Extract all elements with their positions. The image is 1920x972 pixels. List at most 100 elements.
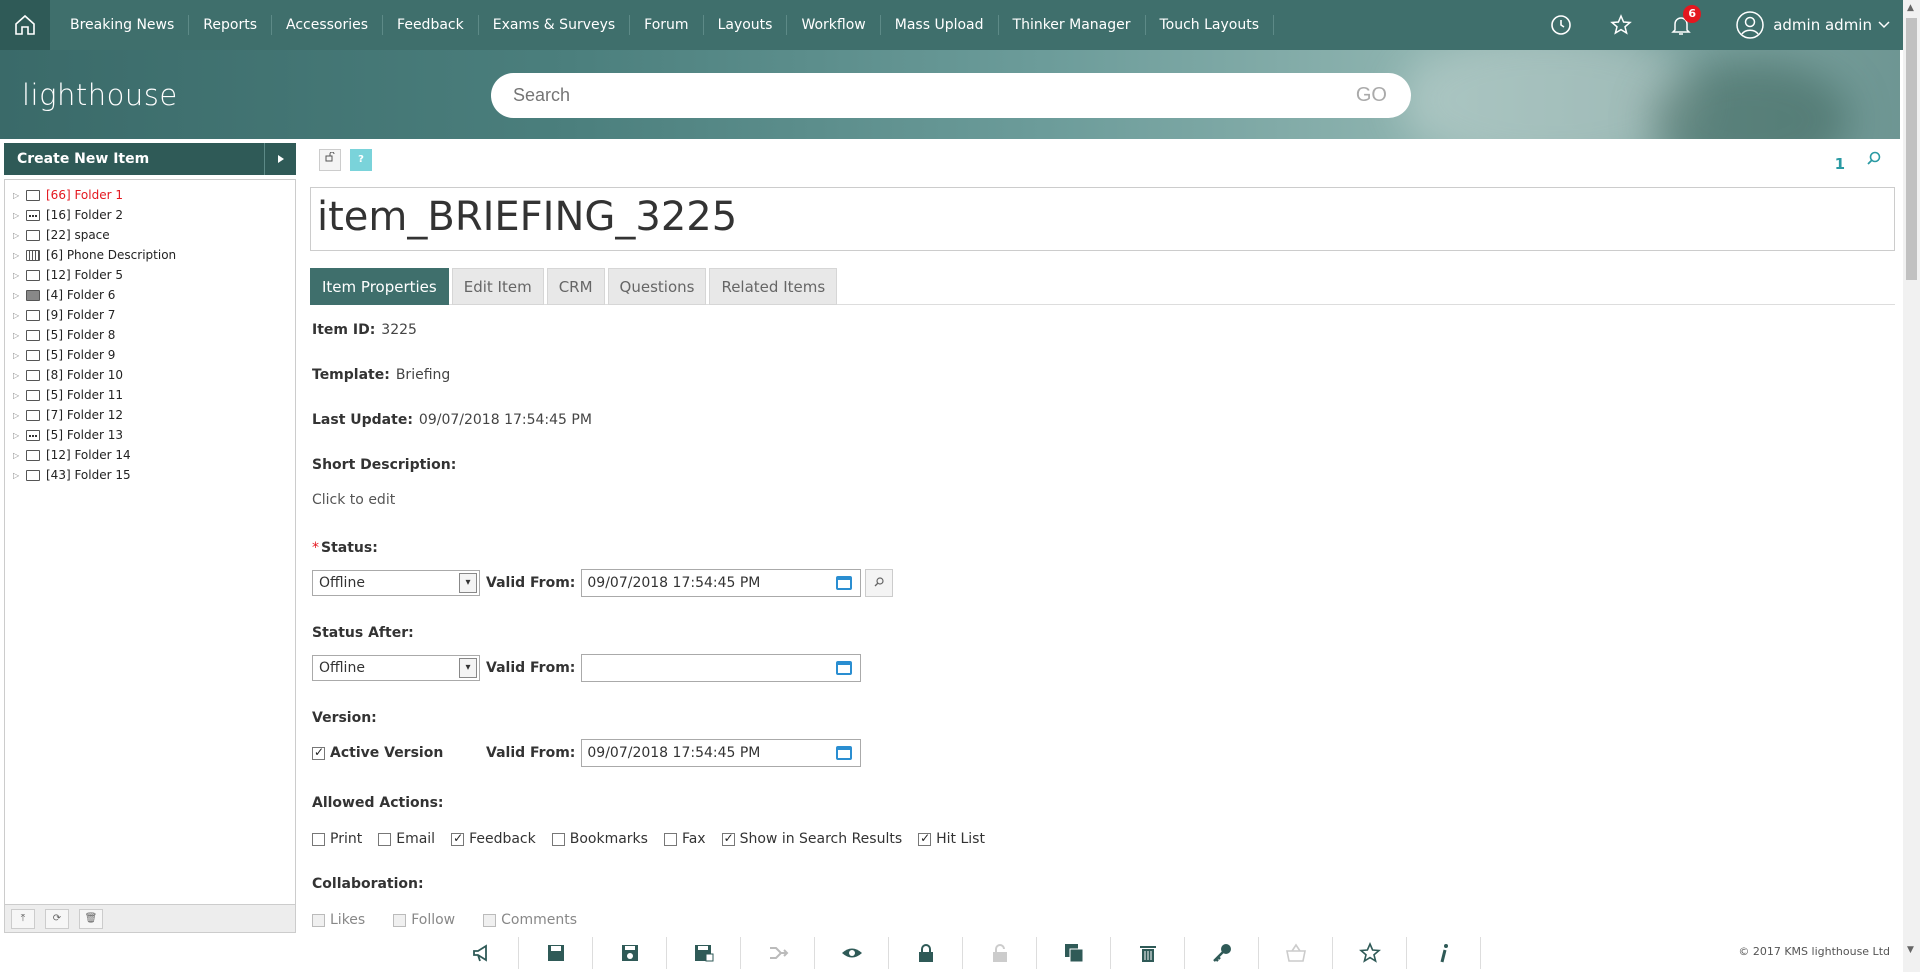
create-new-item-button[interactable]: Create New Item <box>4 143 296 175</box>
collaboration-checkbox[interactable]: Follow <box>393 912 455 928</box>
calendar-icon[interactable] <box>836 661 853 675</box>
tab-questions[interactable]: Questions <box>607 268 707 305</box>
expand-arrow-icon[interactable]: ▷ <box>13 191 21 200</box>
nav-accessories[interactable]: Accessories <box>272 15 384 35</box>
tree-folder-item[interactable]: ▷ [7] Folder 12 <box>13 405 295 425</box>
key-button[interactable] <box>1185 937 1259 969</box>
expand-arrow-icon[interactable]: ▷ <box>13 371 21 380</box>
tree-folder-item[interactable]: ▷ [12] Folder 5 <box>13 265 295 285</box>
expand-arrow-icon[interactable]: ▷ <box>13 291 21 300</box>
allowed-actions-checkbox[interactable]: Email <box>378 831 435 847</box>
allowed-actions-checkbox[interactable]: Feedback <box>451 831 536 847</box>
calendar-icon[interactable] <box>836 746 853 760</box>
nav-exams-surveys[interactable]: Exams & Surveys <box>479 15 631 35</box>
tree-folder-item[interactable]: ▷ [5] Folder 9 <box>13 345 295 365</box>
search-go-button[interactable]: GO <box>1356 84 1387 107</box>
tab-item-properties[interactable]: Item Properties <box>310 268 449 305</box>
status-after-valid-from-field[interactable] <box>581 654 862 682</box>
notifications-button[interactable]: 6 <box>1669 5 1702 37</box>
nav-feedback[interactable]: Feedback <box>383 15 479 35</box>
version-valid-from-field[interactable]: 09/07/2018 17:54:45 PM <box>581 739 862 767</box>
item-search-button[interactable] <box>1867 151 1881 169</box>
item-title-box[interactable]: item_BRIEFING_3225 <box>310 187 1895 251</box>
scroll-down-arrow[interactable]: ▼ <box>1907 945 1914 955</box>
allowed-actions-checkbox[interactable]: Show in Search Results <box>721 831 902 847</box>
allowed-actions-checkbox[interactable]: Print <box>312 831 362 847</box>
nav-breaking-news[interactable]: Breaking News <box>56 15 190 35</box>
tab-crm[interactable]: CRM <box>546 268 605 305</box>
expand-arrow-icon[interactable]: ▷ <box>13 311 21 320</box>
tree-folder-item[interactable]: ▷ [16] Folder 2 <box>13 205 295 225</box>
tree-folder-item[interactable]: ▷ [5] Folder 11 <box>13 385 295 405</box>
basket-button[interactable] <box>1259 937 1333 969</box>
help-button[interactable]: ? <box>350 149 372 171</box>
status-after-select[interactable]: Offline ▾ <box>312 655 480 681</box>
preview-button[interactable] <box>815 937 889 969</box>
expand-arrow-icon[interactable]: ▷ <box>13 451 21 460</box>
lock-button[interactable] <box>889 937 963 969</box>
history-button[interactable] <box>1549 13 1573 37</box>
nav-workflow[interactable]: Workflow <box>787 15 881 35</box>
expand-arrow-icon[interactable]: ▷ <box>13 231 21 240</box>
expand-arrow-icon[interactable]: ▷ <box>13 471 21 480</box>
expand-arrow-icon[interactable]: ▷ <box>13 411 21 420</box>
allowed-actions-checkbox[interactable]: Bookmarks <box>551 831 648 847</box>
tab-related-items[interactable]: Related Items <box>709 268 838 305</box>
short-description-edit[interactable]: Click to edit <box>312 492 395 508</box>
tab-edit-item[interactable]: Edit Item <box>451 268 544 305</box>
nav-forum[interactable]: Forum <box>630 15 704 35</box>
scroll-up-arrow[interactable]: ▲ <box>1907 3 1914 13</box>
allowed-actions-checkbox[interactable]: Fax <box>663 831 706 847</box>
tree-folder-item[interactable]: ▷ [9] Folder 7 <box>13 305 295 325</box>
expand-arrow-icon[interactable]: ▷ <box>13 211 21 220</box>
user-menu[interactable]: admin admin <box>1735 10 1890 40</box>
expand-arrow-icon[interactable]: ▷ <box>13 251 21 260</box>
short-description-value[interactable]: Click to edit <box>312 492 395 508</box>
scroll-thumb[interactable] <box>1906 18 1917 280</box>
save-as-button[interactable] <box>667 937 741 969</box>
info-button[interactable] <box>1407 937 1481 969</box>
expand-arrow-icon[interactable]: ▷ <box>13 331 21 340</box>
status-lookup-button[interactable] <box>865 569 894 597</box>
expand-arrow-icon[interactable]: ▷ <box>13 351 21 360</box>
tree-folder-item[interactable]: ▷ [12] Folder 14 <box>13 445 295 465</box>
tree-folder-item[interactable]: ▷ [43] Folder 15 <box>13 465 295 485</box>
tree-collapse-button[interactable]: ⤒ <box>11 908 35 929</box>
save-preview-button[interactable] <box>593 937 667 969</box>
nav-thinker-manager[interactable]: Thinker Manager <box>999 15 1146 35</box>
copy-button[interactable] <box>1037 937 1111 969</box>
create-menu-arrow[interactable] <box>264 143 296 175</box>
tree-folder-item[interactable]: ▷ [8] Folder 10 <box>13 365 295 385</box>
collaboration-checkbox[interactable]: Likes <box>312 912 365 928</box>
star-button[interactable] <box>1333 937 1407 969</box>
save-button[interactable] <box>519 937 593 969</box>
tree-refresh-button[interactable]: ⟳ <box>45 908 69 929</box>
tree-folder-item[interactable]: ▷ [4] Folder 6 <box>13 285 295 305</box>
tree-folder-item[interactable]: ▷ [5] Folder 13 <box>13 425 295 445</box>
unlock-button[interactable] <box>319 149 341 171</box>
expand-arrow-icon[interactable]: ▷ <box>13 391 21 400</box>
page-scrollbar[interactable]: ▲ ▼ <box>1903 0 1920 972</box>
unlock-button[interactable] <box>963 937 1037 969</box>
expand-arrow-icon[interactable]: ▷ <box>13 431 21 440</box>
nav-touch-layouts[interactable]: Touch Layouts <box>1146 15 1275 35</box>
status-valid-from-field[interactable]: 09/07/2018 17:54:45 PM <box>581 569 862 597</box>
tree-folder-item[interactable]: ▷ [66] Folder 1 <box>13 185 295 205</box>
allowed-actions-checkbox[interactable]: Hit List <box>918 831 985 847</box>
calendar-icon[interactable] <box>836 576 853 590</box>
tree-delete-button[interactable]: 🗑 <box>79 908 103 929</box>
status-select[interactable]: Offline ▾ <box>312 570 480 596</box>
nav-reports[interactable]: Reports <box>189 15 272 35</box>
tree-folder-item[interactable]: ▷ [5] Folder 8 <box>13 325 295 345</box>
active-version-checkbox[interactable]: Active Version <box>312 745 480 761</box>
nav-mass-upload[interactable]: Mass Upload <box>881 15 999 35</box>
search-input[interactable] <box>513 85 1356 106</box>
delete-button[interactable] <box>1111 937 1185 969</box>
megaphone-button[interactable] <box>445 937 519 969</box>
move-button[interactable] <box>741 937 815 969</box>
tree-folder-item[interactable]: ▷ [22] space <box>13 225 295 245</box>
tree-folder-item[interactable]: ▷ [6] Phone Description <box>13 245 295 265</box>
favorites-button[interactable] <box>1609 13 1633 37</box>
home-button[interactable] <box>0 0 50 50</box>
nav-layouts[interactable]: Layouts <box>704 15 788 35</box>
